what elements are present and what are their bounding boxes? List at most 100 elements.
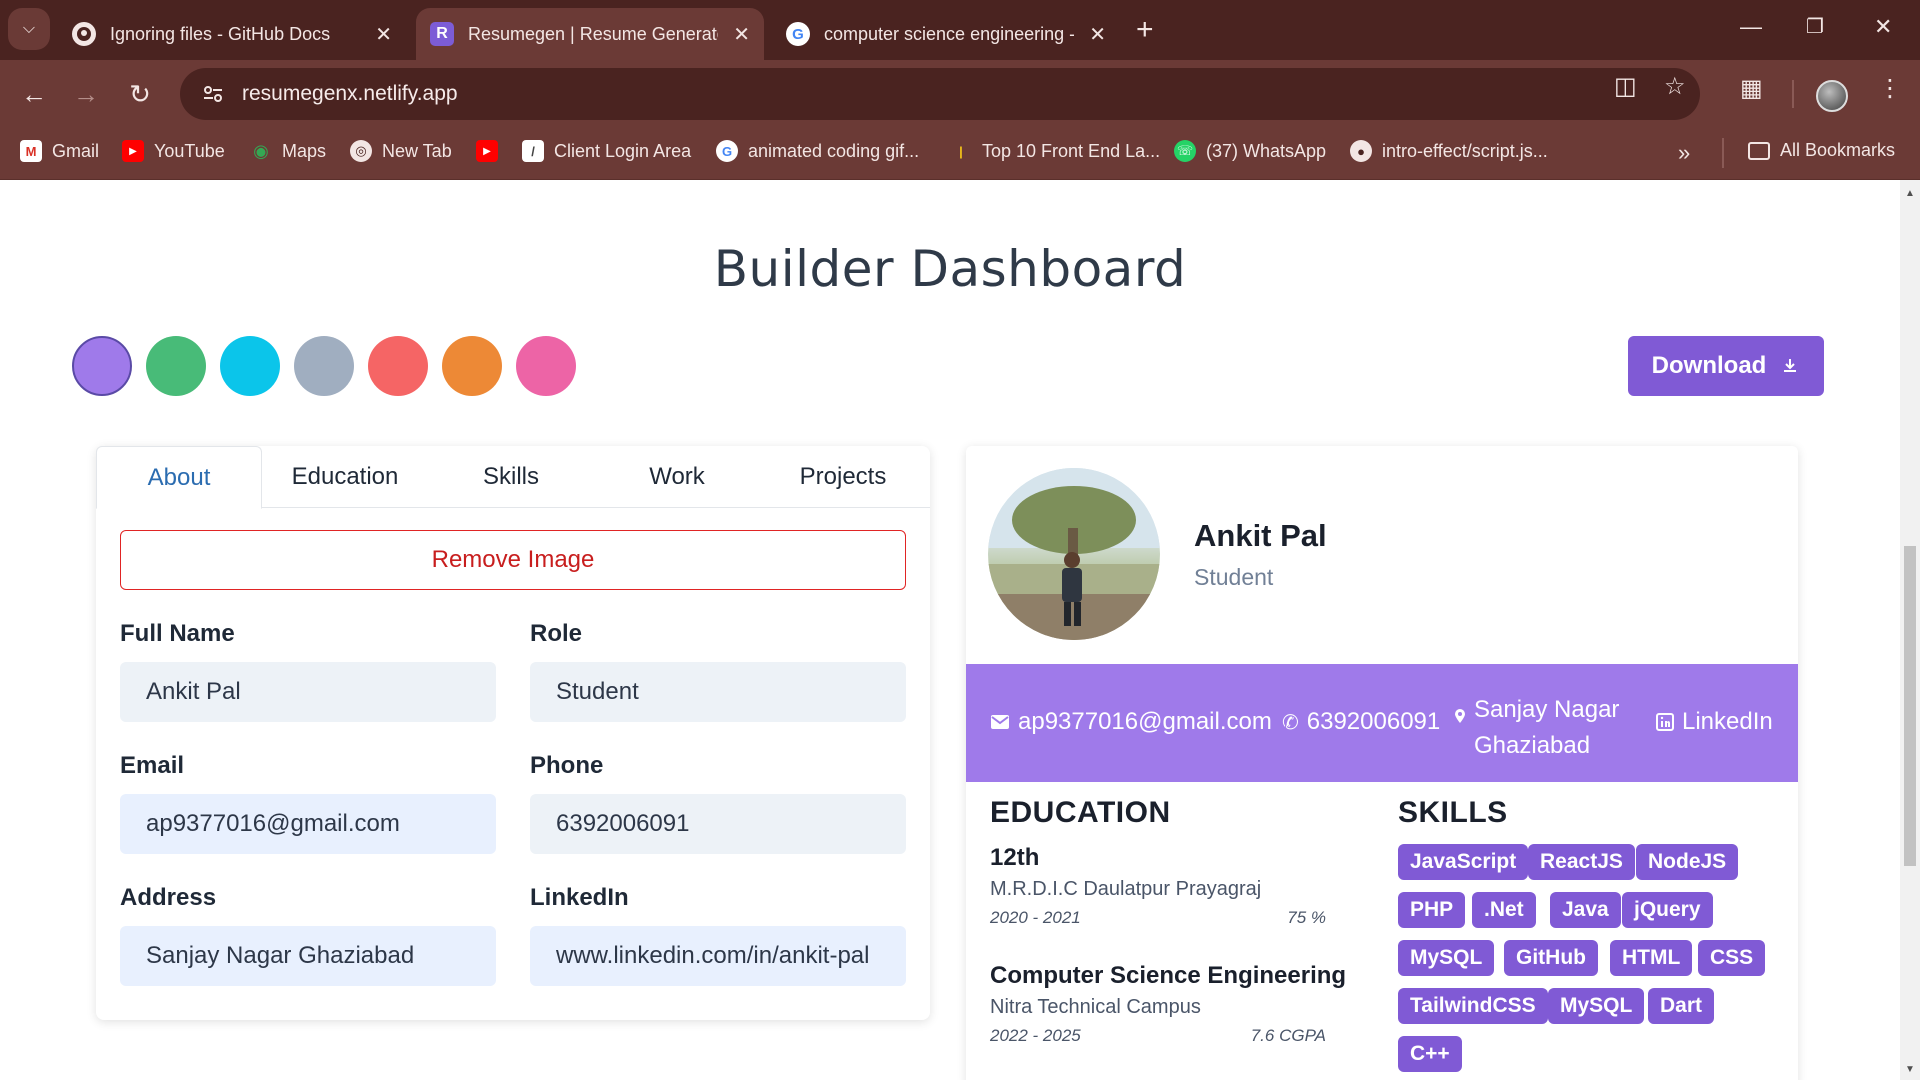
extensions-icon[interactable]: ▦ (1740, 74, 1763, 103)
tab-education[interactable]: Education (262, 446, 428, 508)
page-scrollbar[interactable]: ▲ ▼ (1900, 180, 1920, 1080)
education-school: M.R.D.I.C Daulatpur Prayagraj (990, 878, 1262, 900)
theme-swatch-purple[interactable] (72, 336, 132, 396)
back-arrow-icon[interactable]: ← (16, 76, 52, 112)
site-settings-icon[interactable] (200, 81, 226, 107)
email-label: Email (120, 752, 185, 779)
location-pin-icon (1454, 708, 1466, 724)
toolbar-divider (1792, 80, 1794, 108)
tab-github-docs[interactable]: Ignoring files - GitHub Docs ✕ (58, 8, 406, 60)
gmail-icon: M (20, 140, 42, 162)
more-menu-icon[interactable]: ⋮ (1878, 74, 1902, 103)
contact-address: Sanjay Nagar Ghaziabad (1454, 692, 1619, 764)
full-name-label: Full Name (120, 620, 235, 647)
phone-input[interactable] (530, 794, 906, 854)
bookmark-maps[interactable]: ◉ Maps (250, 140, 326, 162)
bookmark-label: Client Login Area (554, 140, 692, 161)
browser-toolbar: ← → ↻ resumegenx.netlify.app ◫ ☆ ▦ ⋮ (0, 60, 1920, 128)
theme-swatch-gray[interactable] (294, 336, 354, 396)
forward-arrow-icon[interactable]: → (68, 76, 104, 112)
bookmark-whatsapp[interactable]: ☏ (37) WhatsApp (1174, 140, 1326, 162)
scroll-up-icon[interactable]: ▲ (1905, 188, 1915, 199)
tab-resumegen[interactable]: R Resumegen | Resume Generator ✕ (416, 8, 764, 60)
install-app-icon[interactable]: ◫ (1614, 72, 1637, 101)
page-viewport: Builder Dashboard Download About Educati… (0, 180, 1900, 1080)
bookmark-youtube-2[interactable]: ▶ (476, 140, 508, 162)
close-tab-icon[interactable]: ✕ (375, 22, 392, 47)
more-bookmarks-icon[interactable]: » (1678, 140, 1690, 166)
editor-tabs: About Education Skills Work Projects (96, 446, 930, 509)
close-tab-icon[interactable]: ✕ (1089, 22, 1106, 47)
page-title: Builder Dashboard (713, 240, 1187, 298)
skill-tag: PHP (1398, 892, 1466, 928)
contact-phone: ✆ 6392006091 (1282, 708, 1440, 736)
scroll-thumb[interactable] (1904, 546, 1916, 866)
skill-tag: NodeJS (1636, 844, 1739, 880)
google-icon: G (716, 140, 738, 162)
address-bar[interactable]: resumegenx.netlify.app (180, 68, 1700, 120)
skills-heading: SKILLS (1398, 796, 1508, 829)
download-button[interactable]: Download (1628, 336, 1824, 396)
tab-projects[interactable]: Projects (760, 446, 926, 508)
skill-tag: MySQL (1548, 988, 1645, 1024)
linkedin-input[interactable] (530, 926, 906, 986)
folder-icon (1748, 141, 1770, 160)
tab-skills[interactable]: Skills (428, 446, 594, 508)
reload-icon[interactable]: ↻ (122, 76, 158, 112)
tab-title: Ignoring files - GitHub Docs (110, 23, 331, 44)
scroll-down-icon[interactable]: ▼ (1905, 1064, 1915, 1075)
profile-avatar[interactable] (1816, 80, 1848, 112)
restore-icon[interactable]: ❐ (1806, 14, 1824, 39)
resume-name: Ankit Pal (1194, 518, 1327, 553)
phone-label: Phone (530, 752, 604, 779)
bookmark-label: New Tab (382, 140, 452, 161)
tab-title: Resumegen | Resume Generator (468, 23, 718, 44)
address-input[interactable] (120, 926, 496, 986)
theme-swatch-cyan[interactable] (220, 336, 280, 396)
skill-tag: ReactJS (1528, 844, 1635, 880)
contact-phone-text: 6392006091 (1306, 708, 1441, 735)
role-input[interactable] (530, 662, 906, 722)
close-window-icon[interactable]: ✕ (1874, 14, 1892, 40)
full-name-input[interactable] (120, 662, 496, 722)
bookmark-youtube[interactable]: ▶ YouTube (122, 140, 225, 162)
contact-linkedin[interactable]: LinkedIn (1656, 708, 1773, 736)
contact-linkedin-text: LinkedIn (1682, 708, 1773, 735)
bookmark-intro-effect[interactable]: ● intro-effect/script.js... (1350, 140, 1548, 162)
tab-google-search[interactable]: G computer science engineering - Google … (772, 8, 1120, 60)
tab-search-button[interactable]: ⌵ (8, 8, 50, 50)
mail-icon (990, 714, 1010, 730)
theme-swatch-orange[interactable] (442, 336, 502, 396)
contact-address-text: Sanjay Nagar Ghaziabad (1474, 692, 1619, 764)
theme-swatch-green[interactable] (146, 336, 206, 396)
youtube-icon: ▶ (476, 140, 498, 162)
skill-tag: Dart (1648, 988, 1715, 1024)
theme-swatch-pink[interactable] (516, 336, 576, 396)
role-label: Role (530, 620, 583, 647)
education-grade: 75 % (1287, 908, 1326, 927)
bookmark-top-10[interactable]: | Top 10 Front End La... (950, 140, 1160, 162)
bookmark-client-login[interactable]: / Client Login Area (522, 140, 691, 162)
close-tab-icon[interactable]: ✕ (733, 22, 750, 47)
bookmark-label: YouTube (154, 140, 225, 161)
address-line-1: Sanjay Nagar (1474, 696, 1620, 723)
new-tab-icon[interactable]: + (1136, 14, 1154, 46)
theme-swatch-red[interactable] (368, 336, 428, 396)
bookmark-gmail[interactable]: M Gmail (20, 140, 99, 162)
all-bookmarks[interactable]: All Bookmarks (1748, 140, 1895, 161)
browser-tab-strip: ⌵ Ignoring files - GitHub Docs ✕ R Resum… (0, 0, 1920, 60)
url-text: resumegenx.netlify.app (242, 82, 458, 105)
download-icon (1784, 359, 1797, 372)
bookmark-star-icon[interactable]: ☆ (1664, 72, 1686, 101)
bookmark-animated-coding[interactable]: G animated coding gif... (716, 140, 919, 162)
email-input[interactable] (120, 794, 496, 854)
tab-work[interactable]: Work (594, 446, 760, 508)
education-school: Nitra Technical Campus (990, 996, 1201, 1018)
remove-image-button[interactable]: Remove Image (120, 530, 906, 590)
education-grade: 7.6 CGPA (1250, 1026, 1326, 1045)
download-label: Download (1651, 352, 1767, 379)
bookmarks-bar: M Gmail ▶ YouTube ◉ Maps ◎ New Tab ▶ / C… (0, 128, 1920, 180)
tab-about[interactable]: About (96, 446, 262, 509)
bookmark-new-tab[interactable]: ◎ New Tab (350, 140, 452, 162)
minimize-icon[interactable]: — (1740, 14, 1762, 40)
